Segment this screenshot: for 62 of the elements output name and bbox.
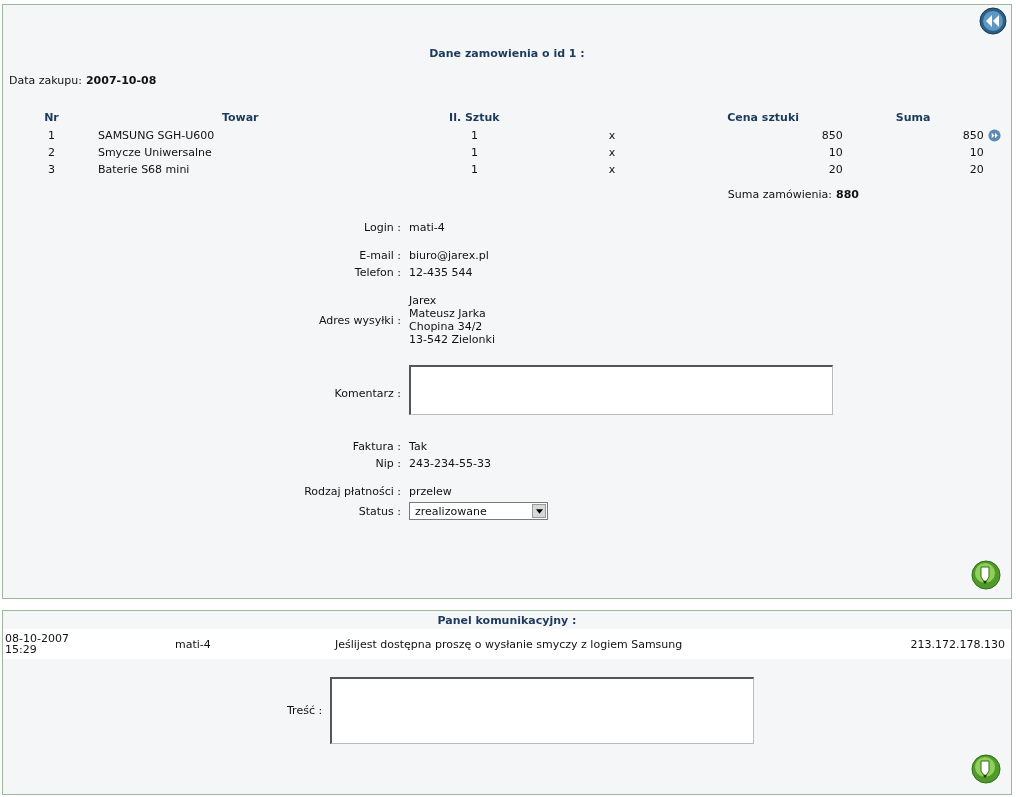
column-header: Cena sztuki xyxy=(726,110,800,126)
table-cell: 10 xyxy=(969,146,984,159)
field-label: Komentarz : xyxy=(333,386,401,400)
table-cell: 1 xyxy=(47,129,55,142)
message-user: mati-4 xyxy=(174,637,212,651)
order-total: 880 xyxy=(836,188,859,201)
field-value: Tak xyxy=(409,440,427,453)
table-cell: SAMSUNG SGH-U600 xyxy=(97,129,215,142)
column-header: Suma xyxy=(894,110,932,126)
caret-icon xyxy=(535,508,543,514)
field-label: Telefon : xyxy=(353,266,401,279)
address-line: Mateusz Jarka xyxy=(409,307,487,320)
table-cell: 850 xyxy=(962,129,984,142)
status-dropdown[interactable]: zrealizowane xyxy=(409,502,548,520)
message-ip: 213.172.178.130 xyxy=(910,637,1005,651)
table-cell: 1 xyxy=(470,146,478,159)
address-line: 13-542 Zielonki xyxy=(409,333,496,346)
column-header: Nr xyxy=(43,110,60,126)
message-date: 08-10-2007 xyxy=(5,633,70,644)
table-cell: 850 xyxy=(821,129,843,142)
field-label: Login : xyxy=(363,221,401,234)
message-text: Jeślijest dostępna proszę o wysłanie smyczy z logiem Samsung xyxy=(335,637,684,651)
purchase-date-label: Data zakupu: xyxy=(9,74,82,87)
purchase-date: 2007-10-08 xyxy=(85,74,157,87)
table-cell: 3 xyxy=(47,163,55,176)
table-cell: 10 xyxy=(828,146,843,159)
field-label: Status : xyxy=(357,504,401,518)
table-cell: x xyxy=(608,129,616,142)
message-panel-title: Panel komunikacyjny : xyxy=(436,613,578,629)
field-value: 12-435 544 xyxy=(409,266,473,279)
field-value: przelew xyxy=(409,485,452,498)
arrow-button[interactable] xyxy=(987,129,1001,142)
comment-field[interactable] xyxy=(409,365,833,415)
reply-label: Treść : xyxy=(287,704,323,717)
address-line: Jarex xyxy=(409,294,438,307)
field-label: E-mail : xyxy=(358,249,401,262)
field-label: Faktura : xyxy=(351,440,401,453)
field-value: mati-4 xyxy=(409,221,445,234)
address-line: Chopina 34/2 xyxy=(409,320,484,333)
pencil-button[interactable] xyxy=(971,560,1001,590)
table-cell: 2 xyxy=(47,146,55,159)
reply-field[interactable] xyxy=(330,677,755,744)
table-cell: 20 xyxy=(828,163,843,176)
table-cell: Smycze Uniwersalne xyxy=(97,146,212,159)
field-label: Adres wysyłki : xyxy=(317,313,401,327)
table-cell: 20 xyxy=(969,163,984,176)
column-header: Towar xyxy=(220,110,260,126)
field-label: Nip : xyxy=(374,457,401,470)
table-cell: Baterie S68 mini xyxy=(97,163,190,176)
field-value: biuro@jarex.pl xyxy=(409,249,489,262)
back-button[interactable] xyxy=(979,7,1007,35)
pencil-button[interactable] xyxy=(971,754,1001,784)
table-cell: 1 xyxy=(470,129,478,142)
field-label: Rodzaj płatności : xyxy=(303,485,401,498)
field-value: 243-234-55-33 xyxy=(409,457,491,470)
column-header: Il. Sztuk xyxy=(448,110,501,126)
table-cell: x xyxy=(608,163,616,176)
table-cell: 1 xyxy=(470,163,478,176)
message-time: 15:29 xyxy=(5,644,38,655)
table-cell: x xyxy=(608,146,616,159)
order-title: Dane zamowienia o id 1 : xyxy=(429,47,585,60)
order-total-label: Suma zamówienia: xyxy=(727,188,833,201)
